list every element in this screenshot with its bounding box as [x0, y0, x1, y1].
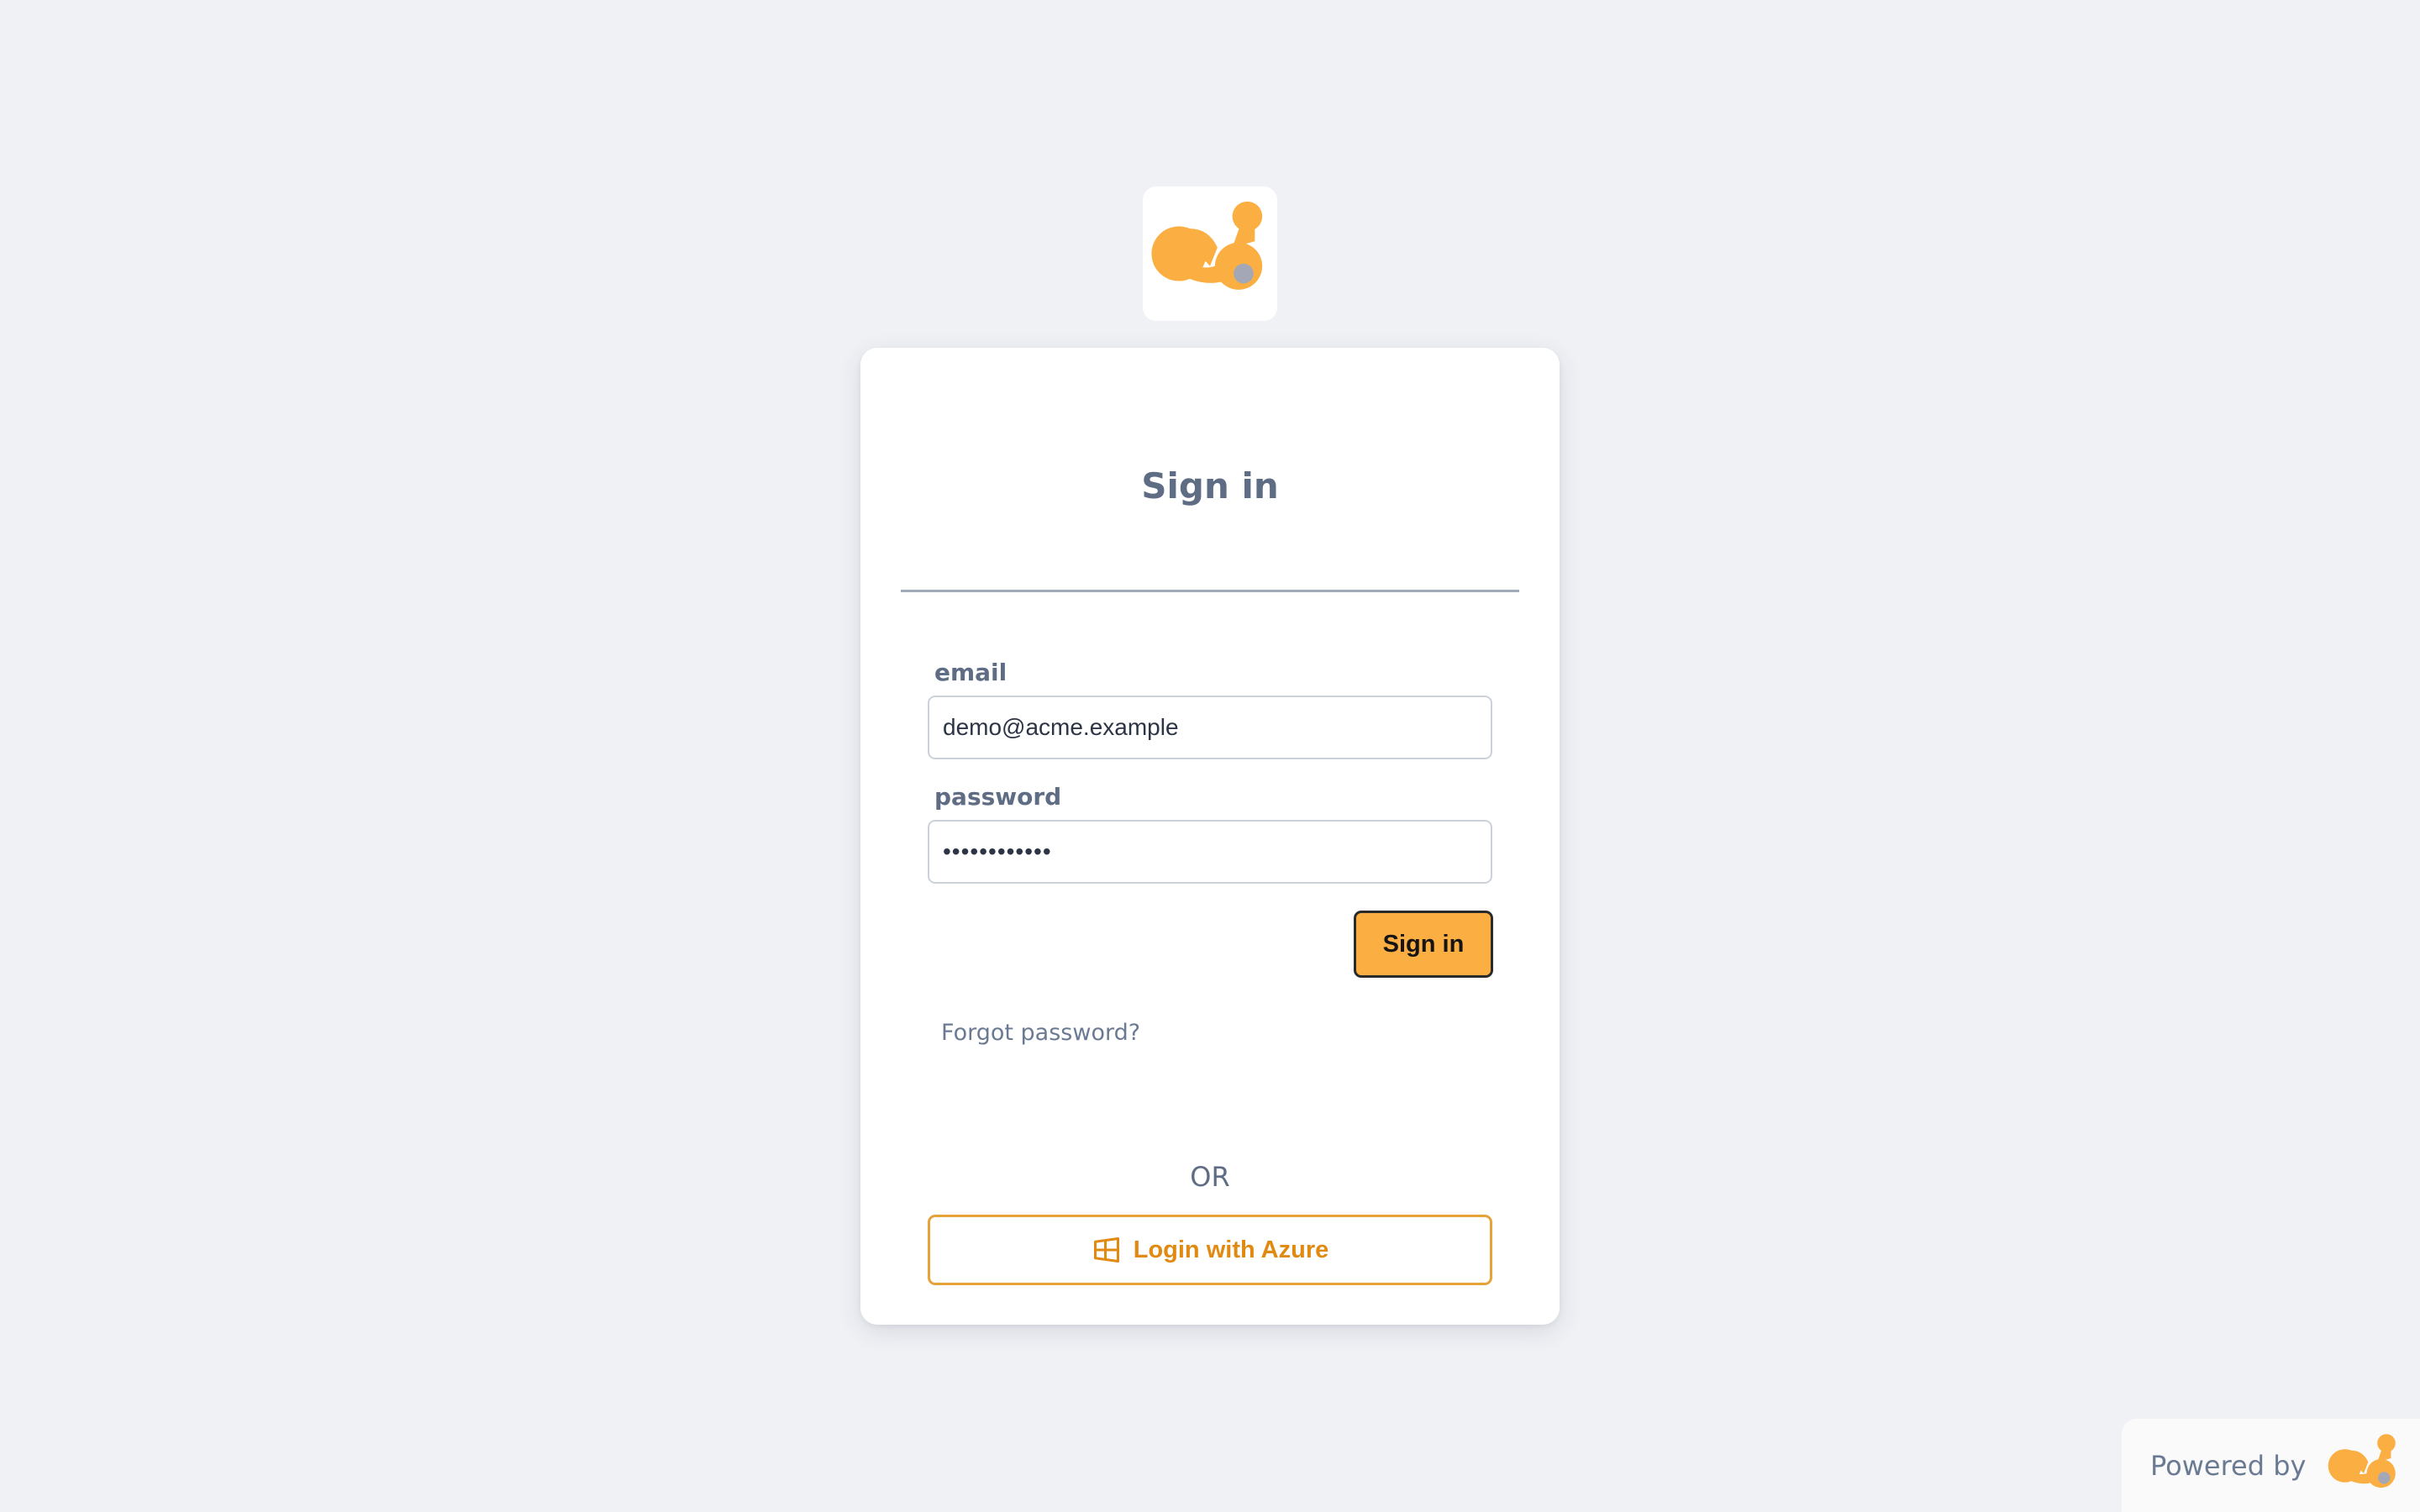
page-title: Sign in: [1141, 465, 1279, 507]
windows-icon: [1092, 1235, 1122, 1265]
email-label: email: [934, 659, 1007, 686]
powered-by-text: Powered by: [2150, 1449, 2307, 1482]
brand-logo-icon: [1151, 201, 1263, 290]
powered-by-badge[interactable]: Powered by: [2122, 1419, 2420, 1512]
app-logo: [1143, 186, 1277, 321]
forgot-password-link[interactable]: Forgot password?: [941, 1020, 1140, 1046]
password-label: password: [934, 783, 1062, 811]
sign-in-button[interactable]: Sign in: [1354, 911, 1493, 978]
azure-button-label: Login with Azure: [1133, 1236, 1329, 1263]
sign-in-card: Sign in email password Sign in Forgot pa…: [860, 348, 1560, 1325]
email-input[interactable]: [928, 696, 1492, 759]
login-with-azure-button[interactable]: Login with Azure: [928, 1215, 1492, 1285]
login-page: Sign in email password Sign in Forgot pa…: [0, 0, 2420, 1512]
title-divider: [901, 590, 1519, 592]
or-separator: OR: [1190, 1161, 1230, 1193]
brand-logo-small-icon: [2328, 1433, 2396, 1488]
password-input[interactable]: [928, 820, 1492, 884]
